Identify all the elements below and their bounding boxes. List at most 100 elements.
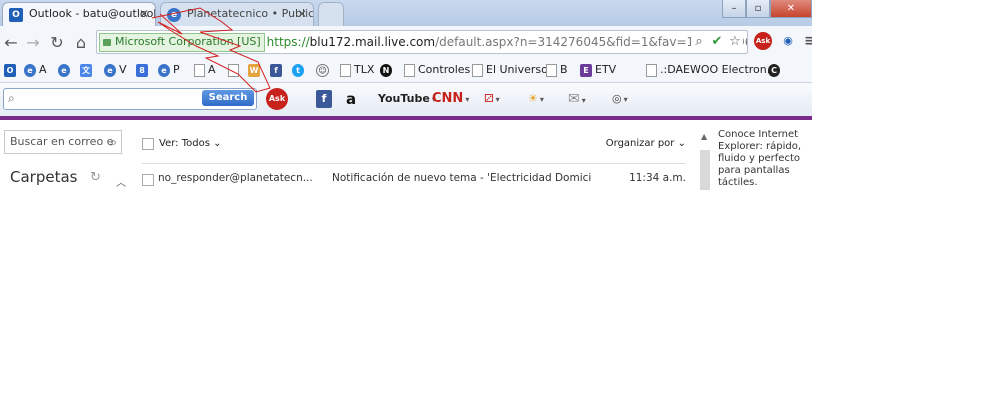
- promo-text[interactable]: Conoce Internet Explorer: rápido, fluido…: [718, 129, 812, 189]
- promo-pane: ▲ Conoce Internet Explorer: rápido, flui…: [700, 120, 812, 190]
- search-icon[interactable]: ⌕: [110, 131, 117, 153]
- outlook-icon: O: [9, 8, 23, 22]
- bookmark-item[interactable]: eV: [104, 62, 127, 78]
- chevron-down-icon: ▾: [623, 95, 628, 104]
- navigation-toolbar: ← → ↻ ⌂ Microsoft Corporation [US] https:…: [0, 26, 812, 58]
- dice-icon[interactable]: ⚂ ▾: [484, 90, 500, 108]
- table-row[interactable]: no_responder@planetatecn... Notificación…: [138, 171, 694, 189]
- bookmark-item[interactable]: 文: [80, 62, 95, 78]
- message-list: Ver: Todos ⌄ Organizar por ⌄ no_responde…: [138, 120, 694, 190]
- maximize-button[interactable]: ▫: [746, 0, 770, 18]
- bookmark-item[interactable]: C: [768, 62, 783, 78]
- amazon-icon[interactable]: a: [346, 90, 356, 108]
- url-host: blu172.mail.live.com: [309, 35, 436, 49]
- star-icon[interactable]: ☆: [727, 33, 743, 51]
- new-tab-button[interactable]: [318, 2, 344, 26]
- ask-toolbar: ⌕ Search Ask f a YouTube ▾ CNN ▾ ⚂ ▾ ☀ ▾ ✉ ▾ …: [0, 83, 812, 120]
- bookmark-item[interactable]: O: [4, 62, 19, 78]
- bookmark-item[interactable]: TLX: [340, 62, 374, 78]
- bookmark-item[interactable]: eA: [24, 62, 47, 78]
- message-time: 11:34 a.m.: [629, 172, 686, 184]
- back-button[interactable]: ←: [2, 33, 20, 52]
- refresh-icon[interactable]: ↻: [90, 170, 101, 185]
- twitter-icon: t: [292, 63, 304, 77]
- browser-window: O Outlook - batu@outlook.c ✕ e Planetate…: [0, 0, 812, 190]
- folders-heading: Carpetas: [10, 168, 78, 186]
- forward-button[interactable]: →: [24, 33, 42, 52]
- ask-extension-icon[interactable]: Ask: [754, 32, 772, 50]
- bookmark-item[interactable]: .:DAEWOO Electron...: [646, 62, 777, 78]
- bookmark-item[interactable]: [228, 62, 242, 78]
- bookmark-item[interactable]: B: [546, 62, 568, 78]
- bookmark-item[interactable]: ☺: [316, 62, 332, 78]
- page-icon: [646, 63, 657, 77]
- mail-left-pane: Buscar en correo e ⌕ Carpetas ↻ ︿: [0, 120, 130, 190]
- ev-certificate-badge[interactable]: Microsoft Corporation [US]: [99, 33, 265, 52]
- w-icon: W: [248, 63, 260, 77]
- divider: [142, 163, 686, 164]
- ask-search-button[interactable]: Search: [202, 90, 254, 106]
- radio-icon[interactable]: ◎ ▾: [612, 90, 628, 108]
- n-icon: N: [380, 63, 392, 77]
- ask-search-input[interactable]: ⌕ Search: [3, 88, 257, 110]
- check-icon[interactable]: ✔: [709, 33, 725, 51]
- search-icon: ⌕: [8, 91, 15, 105]
- cnn-icon[interactable]: CNN ▾: [432, 90, 469, 108]
- window-controls: – ▫ ✕: [722, 0, 812, 18]
- bookmark-item[interactable]: f: [270, 62, 285, 78]
- chevron-down-icon: ▾: [539, 95, 544, 104]
- close-icon[interactable]: ✕: [137, 7, 151, 21]
- home-button[interactable]: ⌂: [72, 33, 90, 52]
- view-filter[interactable]: Ver: Todos ⌄: [159, 138, 221, 149]
- chevron-down-icon: ⌄: [677, 138, 686, 149]
- google-icon: 8: [136, 63, 148, 77]
- message-sender: no_responder@planetatecn...: [158, 172, 313, 184]
- mail-search-input[interactable]: Buscar en correo e ⌕: [4, 130, 122, 154]
- bookmark-item[interactable]: N: [380, 62, 395, 78]
- extension-icon[interactable]: ◉: [778, 30, 798, 52]
- page-icon: [340, 63, 351, 77]
- url-scheme: https://: [266, 35, 310, 49]
- bookmark-item[interactable]: W: [248, 62, 263, 78]
- page-icon: [194, 63, 205, 77]
- outlook-icon: O: [4, 63, 16, 77]
- menu-icon[interactable]: ≡: [800, 30, 812, 52]
- bookmark-item[interactable]: El Universo: [472, 62, 548, 78]
- tab-outlook[interactable]: O Outlook - batu@outlook.c ✕: [2, 2, 156, 26]
- bookmark-item[interactable]: e: [58, 62, 73, 78]
- address-bar[interactable]: Microsoft Corporation [US] https://blu172…: [96, 30, 748, 54]
- ask-logo[interactable]: Ask: [266, 88, 288, 110]
- bookmark-item[interactable]: A: [194, 62, 216, 78]
- tab-strip: O Outlook - batu@outlook.c ✕ e Planetate…: [0, 0, 812, 26]
- translate-icon: 文: [80, 63, 92, 77]
- chevron-down-icon: ▾: [495, 95, 500, 104]
- facebook-icon[interactable]: f: [316, 90, 332, 108]
- bookmark-item[interactable]: 8: [136, 62, 151, 78]
- bookmark-item[interactable]: eP: [158, 62, 180, 78]
- chevron-down-icon: ⌄: [213, 138, 222, 149]
- zoom-icon[interactable]: ⌕: [691, 33, 707, 51]
- minimize-button[interactable]: –: [722, 0, 746, 18]
- bookmark-item[interactable]: t: [292, 62, 307, 78]
- bookmark-item[interactable]: E ETV: [580, 62, 616, 78]
- page-icon: [404, 63, 415, 77]
- bookmark-item[interactable]: Controles: [404, 62, 470, 78]
- reload-button[interactable]: ↻: [48, 33, 66, 52]
- close-window-button[interactable]: ✕: [770, 0, 812, 18]
- lock-icon: [103, 38, 111, 46]
- tab-planetatecnico[interactable]: e Planetatecnico • Publicar ... ✕: [160, 2, 314, 26]
- scroll-up-icon[interactable]: ▲: [701, 132, 707, 141]
- select-all-checkbox[interactable]: [142, 138, 154, 150]
- mail-icon[interactable]: ✉ ▾: [568, 90, 586, 108]
- chevron-down-icon: ▾: [581, 96, 586, 105]
- sort-menu[interactable]: Organizar por ⌄: [606, 138, 686, 149]
- youtube-icon[interactable]: YouTube ▾: [378, 90, 436, 108]
- scrollbar[interactable]: [700, 150, 710, 190]
- close-icon[interactable]: ✕: [295, 7, 309, 21]
- weather-icon[interactable]: ☀ ▾: [528, 90, 544, 108]
- globe-icon: e: [167, 8, 181, 22]
- chevron-up-icon[interactable]: ︿: [116, 174, 126, 189]
- omnibox-icons: ⌕ ✔ ☆: [691, 33, 743, 51]
- page-icon: [228, 63, 239, 77]
- message-checkbox[interactable]: [142, 174, 154, 186]
